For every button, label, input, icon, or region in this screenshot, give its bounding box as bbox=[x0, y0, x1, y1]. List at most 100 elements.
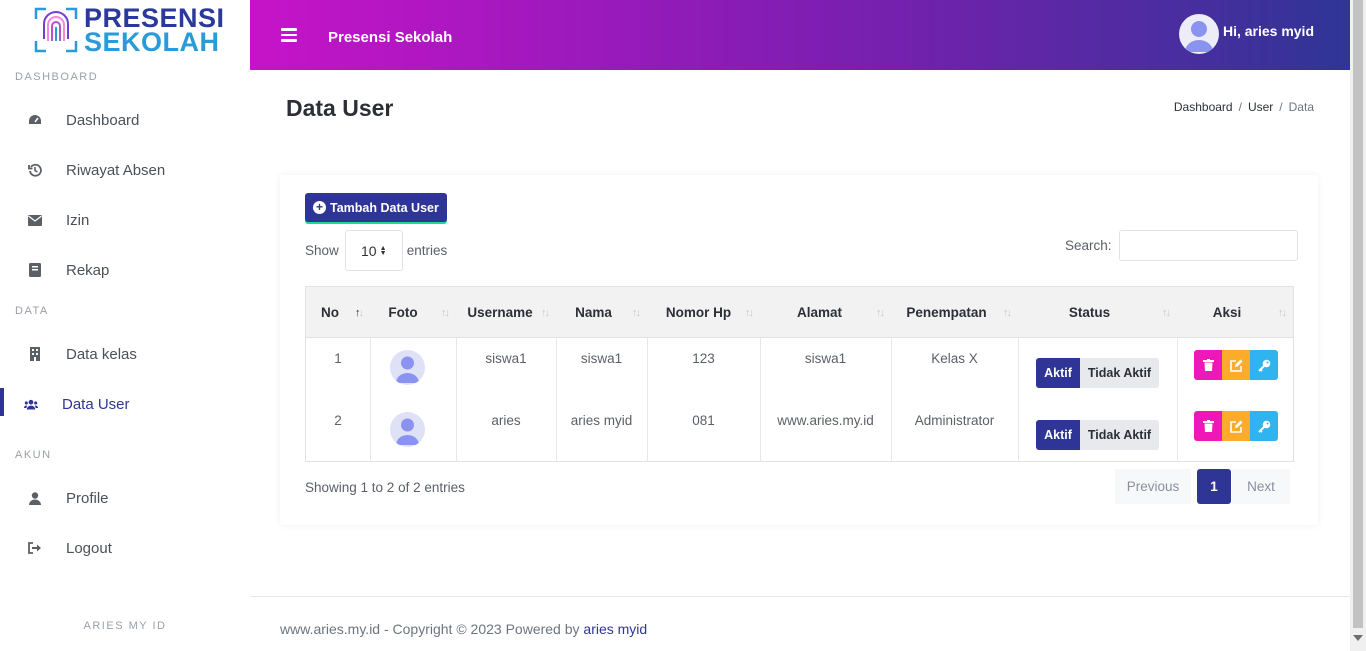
sidebar-item-data-kelas[interactable]: Data kelas bbox=[0, 332, 250, 376]
reset-password-button[interactable] bbox=[1250, 350, 1278, 380]
sidebar-item-label: Data kelas bbox=[66, 345, 137, 363]
logo-text: PRESENSI SEKOLAH bbox=[84, 5, 225, 57]
page-title: Data User bbox=[286, 95, 394, 121]
sidebar-item-dashboard[interactable]: Dashboard bbox=[0, 98, 250, 142]
tachometer-icon bbox=[28, 113, 42, 127]
cell-alamat: siswa1 bbox=[804, 351, 847, 366]
column-header-status[interactable]: Status ↑↓ bbox=[1018, 287, 1177, 338]
sort-icon: ↑↓ bbox=[355, 306, 364, 319]
table-info: Showing 1 to 2 of 2 entries bbox=[305, 480, 465, 495]
cell-nomor-hp: 081 bbox=[692, 413, 715, 428]
reset-password-button[interactable] bbox=[1250, 411, 1278, 441]
sidebar-item-logout[interactable]: Logout bbox=[0, 526, 250, 570]
sidebar-item-riwayat-absen[interactable]: Riwayat Absen bbox=[0, 148, 250, 192]
add-user-label: Tambah Data User bbox=[330, 200, 439, 215]
sidebar-item-label: Dashboard bbox=[66, 111, 140, 129]
sidebar-item-rekap[interactable]: Rekap bbox=[0, 248, 250, 292]
column-header-foto[interactable]: Foto ↑↓ bbox=[370, 287, 456, 338]
breadcrumb-separator: / bbox=[1279, 100, 1283, 114]
scroll-down-arrow-icon[interactable] bbox=[1353, 635, 1363, 641]
cell-penempatan: Kelas X bbox=[931, 351, 978, 366]
breadcrumb-user[interactable]: User bbox=[1248, 100, 1273, 114]
status-toggle: Aktif Tidak Aktif bbox=[1036, 358, 1159, 388]
status-tidak-aktif-button[interactable]: Tidak Aktif bbox=[1080, 358, 1159, 388]
row-actions bbox=[1194, 350, 1278, 380]
column-divider bbox=[370, 338, 371, 462]
status-tidak-aktif-button[interactable]: Tidak Aktif bbox=[1080, 420, 1159, 450]
page-length-select[interactable]: 10 ▲ ▼ bbox=[344, 230, 403, 271]
envelope-icon bbox=[28, 213, 42, 227]
key-icon bbox=[1257, 420, 1270, 433]
sort-icon: ↑↓ bbox=[1162, 306, 1171, 319]
sidebar-item-data-user[interactable]: Data User bbox=[0, 382, 250, 426]
table-header: No ↑↓ Foto ↑↓ Username ↑↓ Nama ↑↓ Nomor Hp ↑↓… bbox=[306, 287, 1293, 338]
sidebar-heading-data: DATA bbox=[15, 305, 49, 317]
column-header-penempatan[interactable]: Penempatan ↑↓ bbox=[891, 287, 1018, 338]
user-greeting: Hi, aries myid bbox=[1222, 23, 1314, 39]
previous-page-button[interactable]: Previous bbox=[1115, 469, 1191, 504]
key-icon bbox=[1257, 359, 1270, 372]
sort-icon: ↑↓ bbox=[1003, 306, 1012, 319]
history-icon bbox=[28, 163, 42, 177]
logo-line-2: SEKOLAH bbox=[84, 27, 220, 57]
scrollbar-thumb[interactable] bbox=[1353, 0, 1363, 628]
copyright-prefix: www.aries.my.id - Copyright © 2023 Power… bbox=[280, 621, 580, 637]
cell-nama: aries myid bbox=[570, 413, 633, 428]
sort-icon: ↑↓ bbox=[441, 306, 450, 319]
page-length-control: Show 10 ▲ ▼ entries bbox=[305, 230, 447, 271]
sort-icon: ↑↓ bbox=[1278, 306, 1287, 319]
column-header-nama[interactable]: Nama ↑↓ bbox=[556, 287, 647, 338]
delete-button[interactable] bbox=[1194, 411, 1222, 441]
edit-button[interactable] bbox=[1222, 411, 1250, 441]
delete-button[interactable] bbox=[1194, 350, 1222, 380]
column-header-label: Alamat bbox=[796, 305, 842, 320]
sidebar-item-label: Data User bbox=[62, 395, 130, 413]
page-1-button[interactable]: 1 bbox=[1197, 469, 1231, 504]
column-header-no[interactable]: No ↑↓ bbox=[306, 287, 370, 338]
avatar bbox=[390, 350, 425, 385]
sidebar-item-label: Izin bbox=[66, 211, 90, 229]
breadcrumb-separator: / bbox=[1238, 100, 1242, 114]
sidebar-item-label: Profile bbox=[66, 489, 109, 507]
breadcrumb-dashboard[interactable]: Dashboard bbox=[1174, 100, 1233, 114]
add-user-button[interactable]: + Tambah Data User bbox=[305, 193, 447, 222]
avatar bbox=[1178, 14, 1219, 54]
breadcrumb-data: Data bbox=[1288, 100, 1314, 114]
column-header-alamat[interactable]: Alamat ↑↓ bbox=[760, 287, 891, 338]
pagination: Previous 1 Next bbox=[1115, 469, 1290, 504]
sidebar-heading-akun: AKUN bbox=[15, 449, 52, 461]
sidebar-item-profile[interactable]: Profile bbox=[0, 476, 250, 520]
column-header-label: No bbox=[321, 305, 339, 320]
edit-button[interactable] bbox=[1222, 350, 1250, 380]
cell-nama: siswa1 bbox=[580, 351, 623, 366]
app-logo[interactable]: PRESENSI SEKOLAH bbox=[34, 5, 225, 57]
search-input[interactable] bbox=[1118, 230, 1298, 261]
next-page-button[interactable]: Next bbox=[1232, 469, 1290, 504]
column-header-nomor-hp[interactable]: Nomor Hp ↑↓ bbox=[647, 287, 760, 338]
cell-nomor-hp: 123 bbox=[692, 351, 715, 366]
search-control: Search: bbox=[1065, 230, 1298, 261]
user-menu[interactable]: Hi, aries myid bbox=[1178, 14, 1314, 54]
cell-no: 1 bbox=[334, 351, 342, 366]
column-header-label: Aksi bbox=[1212, 305, 1242, 320]
avatar bbox=[390, 412, 425, 447]
sidebar-footer: ARIES MY ID bbox=[83, 620, 167, 632]
fingerprint-logo-icon bbox=[34, 7, 78, 53]
footer-author-link[interactable]: aries myid bbox=[583, 621, 647, 637]
sidebar-item-label: Rekap bbox=[66, 261, 110, 279]
column-header-label: Nomor Hp bbox=[665, 305, 732, 320]
book-icon bbox=[28, 263, 42, 277]
column-divider bbox=[1177, 338, 1178, 462]
column-header-aksi[interactable]: Aksi ↑↓ bbox=[1177, 287, 1293, 338]
menu-toggle-icon[interactable] bbox=[281, 28, 297, 42]
cell-penempatan: Administrator bbox=[914, 413, 995, 428]
status-aktif-button[interactable]: Aktif bbox=[1036, 358, 1080, 388]
column-header-username[interactable]: Username ↑↓ bbox=[456, 287, 556, 338]
show-label: Show bbox=[305, 243, 339, 258]
cell-no: 2 bbox=[334, 413, 342, 428]
vertical-scrollbar[interactable] bbox=[1350, 0, 1366, 651]
plus-circle-icon: + bbox=[313, 201, 326, 214]
sidebar-item-izin[interactable]: Izin bbox=[0, 198, 250, 242]
building-icon bbox=[28, 347, 42, 361]
status-aktif-button[interactable]: Aktif bbox=[1036, 420, 1080, 450]
